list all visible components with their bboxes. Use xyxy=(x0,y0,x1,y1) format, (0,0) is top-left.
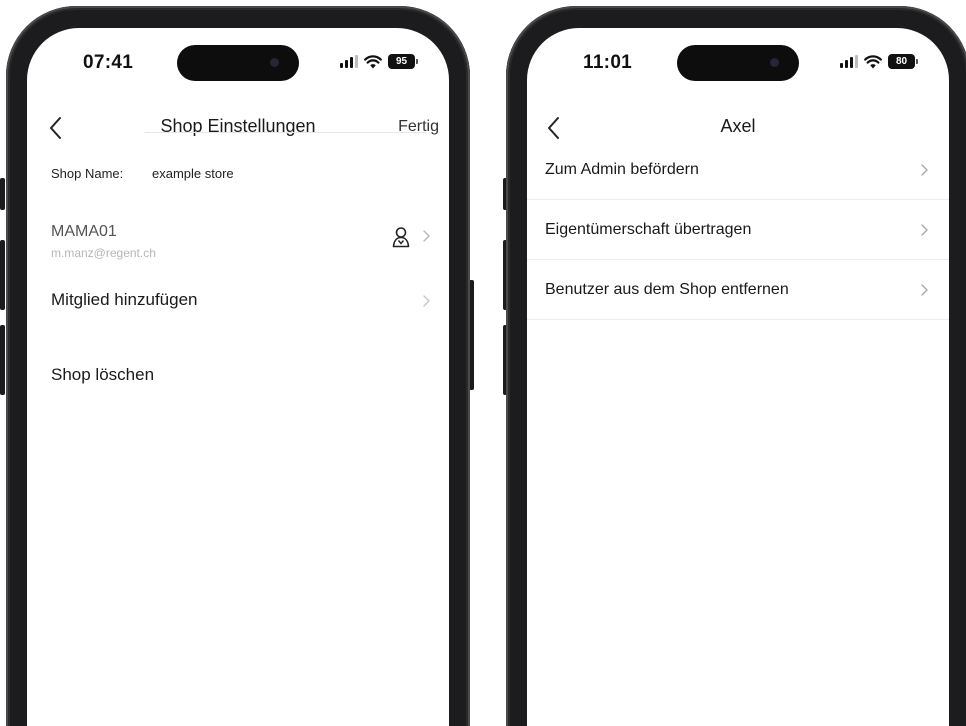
camera-lens xyxy=(770,58,779,67)
add-member-row[interactable]: Mitglied hinzufügen xyxy=(51,290,433,310)
member-chevron-right-icon xyxy=(423,230,430,242)
transfer-ownership-row[interactable]: Eigentümerschaft übertragen xyxy=(527,200,949,260)
status-time: 07:41 xyxy=(83,52,134,73)
volume-down-button xyxy=(0,325,5,395)
phone-frame: 11:01 80 Axel Zum Admin befördern Eigent… xyxy=(506,6,966,726)
battery-icon: 80 xyxy=(888,54,918,69)
cellular-signal-icon xyxy=(840,55,858,68)
dynamic-island xyxy=(177,45,299,81)
phone-right: 11:01 80 Axel Zum Admin befördern Eigent… xyxy=(500,0,966,726)
add-member-label: Mitglied hinzufügen xyxy=(51,290,198,309)
promote-admin-row[interactable]: Zum Admin befördern xyxy=(527,140,949,200)
remove-user-row[interactable]: Benutzer aus dem Shop entfernen xyxy=(527,260,949,320)
status-bar: 07:41 95 xyxy=(27,28,449,98)
screen-member-actions: 11:01 80 Axel Zum Admin befördern Eigent… xyxy=(527,28,949,726)
camera-lens xyxy=(270,58,279,67)
volume-up-button xyxy=(0,240,5,310)
nav-bar: Shop Einstellungen Fertig xyxy=(27,108,449,148)
chevron-right-icon xyxy=(921,284,928,296)
member-row[interactable]: MAMA01 m.manz@regent.ch xyxy=(51,223,433,271)
delete-shop-label: Shop löschen xyxy=(51,365,155,384)
header-divider xyxy=(145,132,427,133)
shop-name-value[interactable]: example store xyxy=(152,166,234,181)
screen-shop-settings: 07:41 95 Shop Einstellungen Fertig Shop … xyxy=(27,28,449,726)
dynamic-island xyxy=(677,45,799,81)
status-bar: 11:01 80 xyxy=(527,28,949,98)
add-member-chevron-right-icon xyxy=(423,295,430,307)
wifi-icon xyxy=(364,54,382,68)
phone-frame: 07:41 95 Shop Einstellungen Fertig Shop … xyxy=(6,6,470,726)
chevron-right-icon xyxy=(921,224,928,236)
shop-name-label: Shop Name: xyxy=(51,166,124,181)
cellular-signal-icon xyxy=(340,55,358,68)
page-title: Shop Einstellungen xyxy=(160,116,316,136)
delete-shop-row[interactable]: Shop löschen xyxy=(51,365,433,385)
phone-left: 07:41 95 Shop Einstellungen Fertig Shop … xyxy=(0,0,480,726)
remove-user-label: Benutzer aus dem Shop entfernen xyxy=(545,280,789,298)
shop-name-field[interactable]: Shop Name: example store xyxy=(51,166,433,181)
status-time: 11:01 xyxy=(583,52,633,73)
owner-person-icon xyxy=(392,227,410,248)
member-email: m.manz@regent.ch xyxy=(51,246,156,260)
battery-icon: 95 xyxy=(388,54,418,69)
status-icons: 95 xyxy=(340,54,418,69)
chevron-right-icon xyxy=(921,164,928,176)
page-title: Axel xyxy=(720,116,756,136)
status-icons: 80 xyxy=(840,54,918,69)
wifi-icon xyxy=(864,54,882,68)
transfer-ownership-label: Eigentümerschaft übertragen xyxy=(545,220,752,238)
promote-admin-label: Zum Admin befördern xyxy=(545,160,699,178)
silent-switch xyxy=(0,178,5,210)
member-name: MAMA01 xyxy=(51,223,117,240)
done-button[interactable]: Fertig xyxy=(398,118,439,136)
